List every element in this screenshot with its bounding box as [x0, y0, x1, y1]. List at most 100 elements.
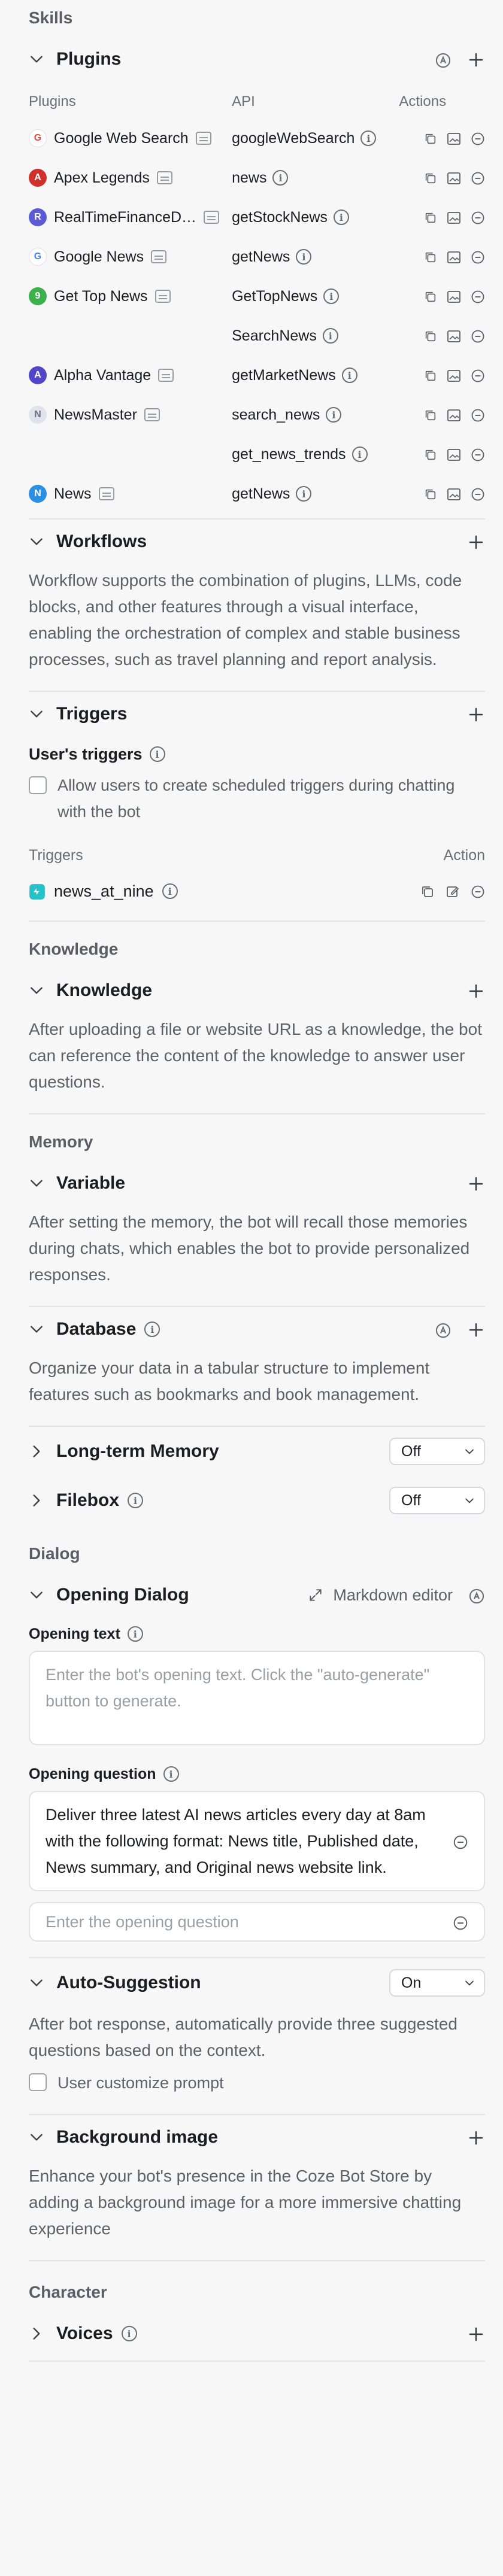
- info-icon[interactable]: i: [121, 2326, 137, 2341]
- copy-icon[interactable]: [424, 446, 437, 463]
- add-trigger-icon[interactable]: [467, 704, 485, 724]
- tag-icon: [151, 250, 167, 263]
- info-icon[interactable]: i: [341, 367, 357, 383]
- remove-icon[interactable]: [471, 248, 485, 266]
- auto-icon[interactable]: [435, 1320, 452, 1339]
- filebox-header[interactable]: Filebox i Off: [29, 1476, 485, 1525]
- long-term-memory-select[interactable]: Off: [389, 1438, 485, 1465]
- markdown-editor-button[interactable]: Markdown editor: [308, 1586, 453, 1605]
- image-icon[interactable]: [447, 248, 461, 266]
- filebox-select[interactable]: Off: [389, 1487, 485, 1514]
- plugins-section-header[interactable]: Plugins: [29, 37, 485, 81]
- info-icon[interactable]: i: [272, 170, 289, 186]
- info-icon[interactable]: i: [149, 746, 165, 762]
- auto-suggestion-header[interactable]: Auto-Suggestion On: [29, 1958, 485, 2007]
- background-image-header[interactable]: Background image: [29, 2115, 485, 2159]
- long-term-memory-header[interactable]: Long-term Memory Off: [29, 1427, 485, 1476]
- info-icon[interactable]: i: [322, 328, 338, 344]
- copy-icon[interactable]: [424, 130, 437, 147]
- copy-icon[interactable]: [424, 209, 437, 226]
- knowledge-section-header[interactable]: Knowledge: [29, 968, 485, 1013]
- info-icon[interactable]: i: [162, 883, 178, 899]
- remove-icon[interactable]: [471, 485, 485, 503]
- tag-icon: [144, 408, 160, 421]
- copy-icon[interactable]: [424, 406, 437, 424]
- image-icon[interactable]: [447, 406, 461, 424]
- copy-icon[interactable]: [420, 882, 435, 901]
- chevron-down-icon[interactable]: [29, 47, 53, 71]
- info-icon[interactable]: i: [127, 1626, 143, 1642]
- copy-icon[interactable]: [424, 485, 437, 503]
- chevron-down-icon[interactable]: [29, 2125, 53, 2149]
- remove-icon[interactable]: [471, 446, 485, 463]
- copy-icon[interactable]: [424, 288, 437, 305]
- chevron-down-icon[interactable]: [29, 702, 53, 726]
- info-icon[interactable]: i: [296, 486, 312, 502]
- copy-icon[interactable]: [424, 248, 437, 266]
- allow-triggers-checkbox[interactable]: [29, 776, 47, 794]
- image-icon[interactable]: [447, 288, 461, 305]
- chevron-down-icon[interactable]: [29, 1171, 53, 1195]
- allow-triggers-row[interactable]: Allow users to create scheduled triggers…: [29, 772, 485, 838]
- copy-icon[interactable]: [424, 367, 437, 384]
- remove-icon[interactable]: [471, 367, 485, 384]
- customize-prompt-checkbox[interactable]: [29, 2073, 47, 2091]
- info-icon[interactable]: i: [323, 288, 340, 304]
- add-voice-icon[interactable]: [467, 2324, 485, 2344]
- opening-dialog-header[interactable]: Opening Dialog Markdown editor: [29, 1573, 485, 1617]
- remove-icon[interactable]: [471, 406, 485, 424]
- info-icon[interactable]: i: [144, 1322, 160, 1337]
- chevron-down-icon[interactable]: [29, 1583, 53, 1607]
- image-icon[interactable]: [447, 485, 461, 503]
- add-variable-icon[interactable]: [467, 1174, 485, 1193]
- remove-icon[interactable]: [471, 209, 485, 226]
- opening-text-input[interactable]: Enter the bot's opening text. Click the …: [29, 1651, 485, 1745]
- image-icon[interactable]: [447, 209, 461, 226]
- info-icon[interactable]: i: [163, 1766, 179, 1782]
- image-icon[interactable]: [447, 130, 461, 147]
- customize-prompt-row[interactable]: User customize prompt: [29, 2070, 485, 2109]
- copy-icon[interactable]: [424, 327, 437, 345]
- opening-question-input[interactable]: Deliver three latest AI news articles ev…: [29, 1791, 485, 1891]
- info-icon[interactable]: i: [333, 209, 349, 225]
- remove-question-icon[interactable]: [453, 1831, 468, 1851]
- remove-icon[interactable]: [471, 327, 485, 345]
- image-icon[interactable]: [447, 327, 461, 345]
- add-plugin-icon[interactable]: [467, 50, 485, 69]
- info-icon[interactable]: i: [296, 249, 312, 265]
- remove-icon[interactable]: [471, 169, 485, 187]
- image-icon[interactable]: [447, 169, 461, 187]
- triggers-section-header[interactable]: Triggers: [29, 692, 485, 736]
- chevron-down-icon[interactable]: [29, 1317, 53, 1341]
- chevron-right-icon[interactable]: [29, 2322, 53, 2346]
- remove-question-icon[interactable]: [453, 1912, 468, 1931]
- remove-icon[interactable]: [471, 130, 485, 147]
- chevron-down-icon[interactable]: [29, 530, 53, 554]
- chevron-right-icon[interactable]: [29, 1439, 53, 1463]
- auto-icon[interactable]: [468, 1585, 485, 1605]
- copy-icon[interactable]: [424, 169, 437, 187]
- chevron-down-icon[interactable]: [29, 1971, 53, 1995]
- add-workflow-icon[interactable]: [467, 532, 485, 552]
- edit-icon[interactable]: [446, 882, 460, 901]
- variable-section-header[interactable]: Variable: [29, 1161, 485, 1205]
- info-icon[interactable]: i: [326, 407, 342, 423]
- chevron-right-icon[interactable]: [29, 1489, 53, 1512]
- remove-icon[interactable]: [471, 288, 485, 305]
- add-background-icon[interactable]: [467, 2128, 485, 2147]
- new-opening-question-input[interactable]: Enter the opening question: [29, 1902, 485, 1942]
- info-icon[interactable]: i: [128, 1493, 144, 1508]
- add-database-icon[interactable]: [467, 1320, 485, 1339]
- image-icon[interactable]: [447, 446, 461, 463]
- image-icon[interactable]: [447, 367, 461, 384]
- info-icon[interactable]: i: [360, 130, 377, 146]
- remove-icon[interactable]: [471, 882, 485, 901]
- auto-icon[interactable]: [435, 50, 452, 69]
- voices-header[interactable]: Voices i: [29, 2311, 485, 2356]
- workflows-section-header[interactable]: Workflows: [29, 520, 485, 564]
- auto-suggestion-select[interactable]: On: [389, 1969, 485, 1997]
- info-icon[interactable]: i: [352, 446, 368, 462]
- database-section-header[interactable]: Database i: [29, 1307, 485, 1351]
- add-knowledge-icon[interactable]: [467, 981, 485, 1001]
- chevron-down-icon[interactable]: [29, 979, 53, 1003]
